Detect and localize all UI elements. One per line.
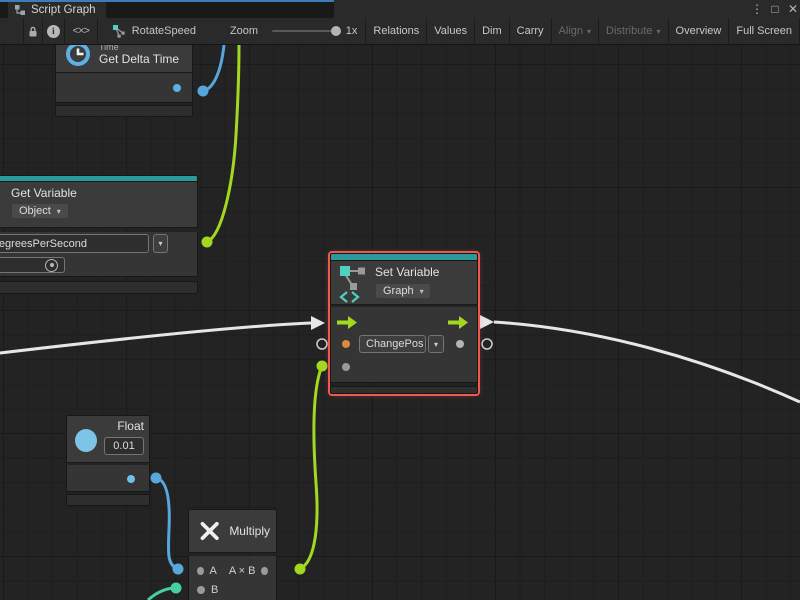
- variable-name-dropdown[interactable]: ▾: [428, 335, 444, 353]
- set-variable-icon: [339, 265, 367, 303]
- lock-icon: [27, 25, 39, 38]
- info-button[interactable]: i: [43, 18, 65, 45]
- wire-get-variable[interactable]: [207, 45, 239, 242]
- wire-end-dot: [202, 237, 213, 248]
- delta-time-port-dot[interactable]: [173, 84, 181, 92]
- chevron-down-icon: ▾: [657, 27, 661, 36]
- node-footer: [55, 105, 193, 117]
- wire-end-dot: [198, 86, 209, 97]
- node-footer: [330, 386, 478, 394]
- variable-name-field[interactable]: ChangePos: [359, 335, 426, 353]
- variable-color-bar: [330, 253, 478, 260]
- zoom-value: 1x: [346, 25, 358, 37]
- value-endpoint-right[interactable]: [482, 339, 492, 349]
- variable-scope-dropdown[interactable]: Object ▾: [11, 203, 69, 219]
- wire-delta-time[interactable]: [203, 45, 224, 91]
- wire-end-dot: [151, 473, 162, 484]
- info-icon: i: [47, 25, 60, 38]
- value-input-port[interactable]: [342, 363, 350, 371]
- variable-name-field[interactable]: RotationDegreesPerSecond: [0, 234, 149, 253]
- multiply-icon: [198, 518, 221, 544]
- align-button[interactable]: Align ▾: [552, 18, 599, 45]
- value-endpoint-left[interactable]: [317, 339, 327, 349]
- node-title: Float: [104, 419, 144, 433]
- object-picker-icon[interactable]: [45, 259, 58, 272]
- lock-button[interactable]: [23, 18, 43, 45]
- wire-float-to-multiply[interactable]: [156, 478, 178, 569]
- variable-name-dropdown[interactable]: ▾: [153, 234, 168, 253]
- node-multiply[interactable]: Multiply A A × B B: [188, 509, 277, 600]
- wire-end-dot: [295, 564, 306, 575]
- chevron-down-icon: ▾: [434, 340, 438, 349]
- port-label-b: B: [211, 584, 218, 596]
- float-output-port[interactable]: [127, 475, 135, 483]
- graph-name: RotateSpeed: [132, 25, 196, 37]
- wire-flow-out[interactable]: [494, 322, 800, 402]
- wire-multiply-to-setvariable[interactable]: [300, 366, 322, 569]
- node-get-delta-time[interactable]: Time Get Delta Time: [55, 45, 193, 117]
- code-view-button[interactable]: <×>: [65, 18, 98, 45]
- target-object-field[interactable]: This: [0, 257, 65, 273]
- float-value-field[interactable]: 0.01: [104, 437, 144, 455]
- value-output-port[interactable]: [456, 340, 464, 348]
- close-icon[interactable]: ✕: [784, 2, 800, 16]
- wire-end-dot: [317, 361, 328, 372]
- chevron-down-icon: ▾: [420, 287, 424, 296]
- toolbar-buttons: Relations Values Dim Carry Align ▾ Distr…: [365, 18, 800, 45]
- full-screen-button[interactable]: Full Screen: [729, 18, 800, 45]
- node-title: Multiply: [229, 524, 270, 538]
- values-button[interactable]: Values: [427, 18, 475, 45]
- graph-node-icon: [112, 24, 126, 38]
- chevron-down-icon: ▾: [587, 27, 591, 36]
- multiply-output-port[interactable]: [261, 567, 268, 575]
- menu-icon[interactable]: ⋮: [748, 2, 766, 16]
- code-xml-icon: <×>: [73, 25, 89, 37]
- flow-input-arrow[interactable]: [337, 316, 358, 329]
- tab-bar: Script Graph ⋮ □ ✕: [0, 0, 800, 18]
- script-graph-icon: [14, 4, 26, 16]
- zoom-slider-handle[interactable]: [331, 26, 341, 36]
- carry-button[interactable]: Carry: [510, 18, 552, 45]
- variable-scope-dropdown[interactable]: Graph ▾: [375, 283, 431, 299]
- flow-output-arrow[interactable]: [448, 316, 469, 329]
- port-label-result: A × B: [229, 565, 256, 577]
- flow-in-arrowhead: [311, 316, 325, 330]
- relations-button[interactable]: Relations: [366, 18, 427, 45]
- wire-flow-in[interactable]: [0, 323, 311, 353]
- node-footer: [66, 494, 150, 506]
- graph-breadcrumb[interactable]: RotateSpeed: [112, 24, 196, 38]
- node-float[interactable]: Float 0.01: [66, 415, 150, 506]
- zoom-slider[interactable]: [272, 30, 336, 32]
- float-icon: [75, 429, 97, 452]
- window-controls: ⋮ □ ✕: [748, 0, 800, 18]
- chevron-down-icon: ▾: [158, 239, 162, 248]
- wire-end-dot: [173, 564, 184, 575]
- maximize-icon[interactable]: □: [766, 2, 784, 16]
- graph-toolbar: i <×> RotateSpeed Zoom 1x Relations Valu…: [0, 18, 800, 45]
- dim-button[interactable]: Dim: [475, 18, 510, 45]
- clock-icon: [64, 45, 92, 68]
- overview-button[interactable]: Overview: [669, 18, 730, 45]
- port-label-a: A: [210, 565, 217, 577]
- node-category: Time: [99, 45, 179, 52]
- variable-name-port[interactable]: [342, 340, 350, 348]
- node-footer: [0, 281, 198, 294]
- zoom-label: Zoom: [230, 25, 258, 37]
- tab-script-graph[interactable]: Script Graph: [8, 2, 106, 18]
- tab-title: Script Graph: [31, 4, 96, 16]
- flow-out-arrowhead: [480, 315, 494, 329]
- multiply-input-b-port[interactable]: [197, 586, 205, 594]
- node-get-variable[interactable]: Get Variable Object ▾ RotationDegreesPer…: [0, 175, 198, 294]
- chevron-down-icon: ▾: [57, 207, 61, 216]
- node-title: Get Variable: [11, 186, 189, 200]
- wire-end-dot: [171, 583, 182, 594]
- script-graph-window: Script Graph ⋮ □ ✕ i <×>: [0, 0, 800, 600]
- node-title: Set Variable: [375, 265, 439, 279]
- graph-canvas[interactable]: Time Get Delta Time Get Variable Object …: [0, 45, 800, 600]
- node-title: Get Delta Time: [99, 52, 179, 66]
- distribute-button[interactable]: Distribute ▾: [599, 18, 668, 45]
- node-set-variable[interactable]: Set Variable Graph ▾: [330, 253, 478, 394]
- multiply-input-a-port[interactable]: [197, 567, 204, 575]
